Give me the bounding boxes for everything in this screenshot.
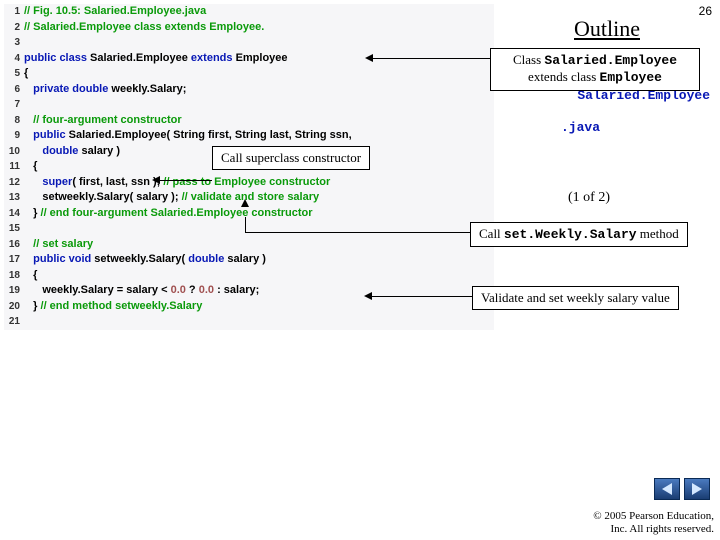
code-line: 16 // set salary	[4, 237, 494, 253]
code-line: 5{	[4, 66, 494, 82]
code-line: 7	[4, 97, 494, 113]
code-line: 21	[4, 314, 494, 330]
file-label-ext: .java	[561, 120, 600, 135]
line-number: 5	[4, 66, 24, 82]
arrow-extends-head	[365, 54, 373, 62]
arrow-validate	[372, 296, 472, 297]
code-content: {	[24, 159, 37, 175]
code-line: 15	[4, 221, 494, 237]
line-number: 9	[4, 128, 24, 144]
line-number: 18	[4, 268, 24, 284]
code-content	[24, 97, 27, 113]
line-number: 1	[4, 4, 24, 20]
triangle-right-icon	[692, 483, 702, 495]
code-content: public void setweekly.Salary( double sal…	[24, 252, 266, 268]
line-number: 4	[4, 51, 24, 67]
line-number: 21	[4, 314, 24, 330]
line-number: 15	[4, 221, 24, 237]
line-number: 8	[4, 113, 24, 129]
code-line: 14 } // end four-argument Salaried.Emplo…	[4, 206, 494, 222]
code-line: 18 {	[4, 268, 494, 284]
code-content: {	[24, 268, 37, 284]
code-line: 1// Fig. 10.5: Salaried.Employee.java	[4, 4, 494, 20]
arrow-super-head	[152, 176, 160, 184]
part-label: (1 of 2)	[568, 190, 610, 206]
code-content	[24, 221, 27, 237]
code-content: public Salaried.Employee( String first, …	[24, 128, 352, 144]
code-content: // Fig. 10.5: Salaried.Employee.java	[24, 4, 206, 20]
code-content: // four-argument constructor	[24, 113, 182, 129]
line-number: 11	[4, 159, 24, 175]
callout-setweekly: Call set.Weekly.Salary method	[470, 222, 688, 247]
code-line: 12 super( first, last, ssn ); // pass to…	[4, 175, 494, 191]
line-number: 20	[4, 299, 24, 315]
callout-extends: Class Salaried.Employee extends class Em…	[490, 48, 700, 91]
code-line: 17 public void setweekly.Salary( double …	[4, 252, 494, 268]
code-content: setweekly.Salary( salary ); // validate …	[24, 190, 319, 206]
code-content	[24, 35, 27, 51]
triangle-left-icon	[662, 483, 672, 495]
code-content: // set salary	[24, 237, 93, 253]
line-number: 12	[4, 175, 24, 191]
code-line: 9 public Salaried.Employee( String first…	[4, 128, 494, 144]
code-line: 6 private double weekly.Salary;	[4, 82, 494, 98]
arrow-super	[160, 180, 212, 181]
code-line: 2// Salaried.Employee class extends Empl…	[4, 20, 494, 36]
code-content: } // end four-argument Salaried.Employee…	[24, 206, 313, 222]
line-number: 10	[4, 144, 24, 160]
code-content: } // end method setweekly.Salary	[24, 299, 202, 315]
arrow-validate-head	[364, 292, 372, 300]
code-line: 13 setweekly.Salary( salary ); // valida…	[4, 190, 494, 206]
code-content: double salary )	[24, 144, 120, 160]
line-number: 19	[4, 283, 24, 299]
copyright: © 2005 Pearson Education, Inc. All right…	[593, 510, 714, 536]
prev-button[interactable]	[654, 478, 680, 500]
nav-controls	[654, 478, 710, 500]
code-content: {	[24, 66, 28, 82]
arrow-setweekly-head	[241, 199, 249, 207]
line-number: 17	[4, 252, 24, 268]
slide-number: 26	[699, 4, 712, 18]
code-content: // Salaried.Employee class extends Emplo…	[24, 20, 264, 36]
callout-super: Call superclass constructor	[212, 146, 370, 170]
next-button[interactable]	[684, 478, 710, 500]
code-content: weekly.Salary = salary < 0.0 ? 0.0 : sal…	[24, 283, 259, 299]
code-content	[24, 314, 27, 330]
line-number: 3	[4, 35, 24, 51]
code-line: 3	[4, 35, 494, 51]
line-number: 16	[4, 237, 24, 253]
line-number: 6	[4, 82, 24, 98]
code-content: public class Salaried.Employee extends E…	[24, 51, 288, 67]
line-number: 13	[4, 190, 24, 206]
callout-validate: Validate and set weekly salary value	[472, 286, 679, 310]
arrow-extends	[373, 58, 490, 59]
arrow-setweekly-v	[245, 217, 246, 232]
code-content: super( first, last, ssn ); // pass to Em…	[24, 175, 330, 191]
line-number: 2	[4, 20, 24, 36]
outline-heading: Outline	[574, 16, 640, 42]
code-content: private double weekly.Salary;	[24, 82, 186, 98]
code-line: 8 // four-argument constructor	[4, 113, 494, 129]
line-number: 14	[4, 206, 24, 222]
code-line: 20 } // end method setweekly.Salary	[4, 299, 494, 315]
line-number: 7	[4, 97, 24, 113]
arrow-setweekly	[245, 232, 470, 233]
